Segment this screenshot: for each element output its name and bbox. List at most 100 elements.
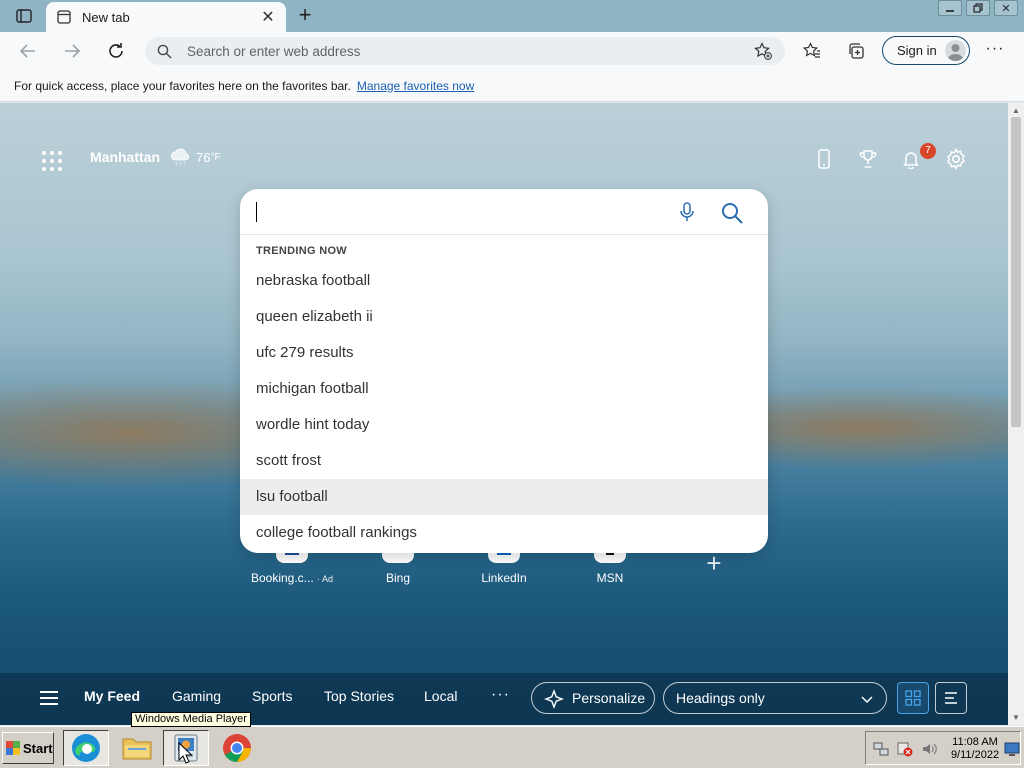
address-bar[interactable]: Search or enter web address	[145, 37, 785, 65]
restore-button[interactable]	[966, 0, 990, 16]
start-label: Start	[23, 740, 53, 756]
edge-icon	[72, 734, 100, 762]
add-favorite-star-icon[interactable]	[753, 41, 773, 61]
trending-suggestion[interactable]: college football rankings	[240, 515, 768, 551]
phone-icon[interactable]	[812, 147, 836, 171]
tab-new-tab[interactable]: New tab ✕	[46, 2, 286, 32]
list-layout-button[interactable]	[935, 682, 967, 714]
trending-suggestion[interactable]: ufc 279 results	[240, 335, 768, 371]
minimize-button[interactable]	[938, 0, 962, 16]
web-search-box: TRENDING NOW nebraska football queen eliz…	[240, 189, 768, 553]
trending-suggestion[interactable]: scott frost	[240, 443, 768, 479]
cloud-rain-icon	[170, 148, 192, 166]
weather-widget[interactable]: Manhattan 76 °F	[90, 148, 221, 166]
favorites-bar: For quick access, place your favorites h…	[0, 70, 1024, 102]
mouse-pointer-icon	[178, 742, 192, 764]
more-dots-icon[interactable]: ···	[983, 40, 1007, 62]
hamburger-icon[interactable]	[40, 691, 58, 705]
search-submit-icon[interactable]	[720, 201, 744, 225]
microphone-icon[interactable]	[676, 201, 698, 223]
chevron-down-icon	[860, 692, 874, 706]
scroll-down-arrow-icon[interactable]: ▼	[1012, 713, 1020, 722]
trending-suggestions: nebraska football queen elizabeth ii ufc 2…	[240, 263, 768, 551]
favorites-bar-message: For quick access, place your favorites h…	[14, 78, 351, 93]
feed-tab-sports[interactable]: Sports	[252, 688, 292, 704]
trending-suggestion[interactable]: queen elizabeth ii	[240, 299, 768, 335]
notification-badge: 7	[920, 143, 936, 159]
search-input[interactable]	[240, 189, 768, 235]
back-button[interactable]	[14, 38, 42, 64]
sparkle-icon	[544, 689, 564, 709]
grid-layout-icon	[905, 690, 921, 706]
text-cursor	[256, 202, 257, 222]
taskbar: Start 11:08 AM 9/11/2022	[0, 726, 1024, 768]
feed-tab-my-feed[interactable]: My Feed	[84, 688, 140, 704]
network-icon[interactable]	[873, 741, 889, 757]
chrome-icon	[223, 734, 251, 762]
new-tab-button[interactable]: +	[292, 4, 318, 27]
weather-unit: °F	[210, 151, 221, 163]
rewards-trophy-icon[interactable]	[856, 147, 880, 171]
add-quick-link-button[interactable]: +	[702, 550, 726, 576]
ad-label: · Ad	[317, 574, 334, 584]
quick-link-label: Booking.c...	[250, 571, 314, 585]
favorites-icon[interactable]	[801, 40, 823, 62]
browser-toolbar: Search or enter web address Sign in ···	[0, 32, 1024, 70]
weather-location: Manhattan	[90, 149, 160, 165]
sign-in-button[interactable]: Sign in	[882, 36, 970, 65]
gear-icon[interactable]	[944, 147, 968, 171]
apps-grid-icon[interactable]	[42, 151, 62, 171]
personalize-label: Personalize	[572, 690, 646, 706]
search-icon	[157, 43, 173, 59]
start-button[interactable]: Start	[2, 732, 54, 764]
quick-link-label: Bing	[385, 571, 411, 585]
feed-tab-gaming[interactable]: Gaming	[172, 688, 221, 704]
taskbar-app-explorer[interactable]	[114, 730, 160, 766]
feed-tab-top-stories[interactable]: Top Stories	[324, 688, 394, 704]
taskbar-clock[interactable]: 11:08 AM 9/11/2022	[946, 736, 1004, 762]
new-tab-page: Manhattan 76 °F 7 Booking.c... · Ad Bing …	[0, 103, 1008, 725]
windows-logo-icon	[6, 741, 20, 755]
refresh-button[interactable]	[102, 38, 130, 64]
content-layout-value: Headings only	[676, 690, 765, 706]
clock-date: 9/11/2022	[950, 749, 1000, 761]
show-desktop-icon[interactable]	[1004, 741, 1020, 757]
list-layout-icon	[945, 692, 957, 704]
trending-suggestion[interactable]: michigan football	[240, 371, 768, 407]
clock-time: 11:08 AM	[952, 736, 998, 748]
close-window-button[interactable]: ✕	[994, 0, 1018, 16]
scrollbar-thumb[interactable]	[1011, 117, 1021, 427]
security-alert-icon[interactable]	[897, 741, 913, 757]
forward-button[interactable]	[58, 38, 86, 64]
scroll-up-arrow-icon[interactable]: ▲	[1012, 106, 1020, 115]
content-layout-select[interactable]: Headings only	[663, 682, 887, 714]
feed-more-button[interactable]: ···	[491, 686, 510, 704]
quick-link-label: MSN	[596, 571, 624, 585]
trending-suggestion[interactable]: nebraska football	[240, 263, 768, 299]
avatar-icon	[945, 40, 966, 61]
browser-title-bar: New tab ✕ + ✕	[0, 0, 1024, 32]
taskbar-app-edge[interactable]	[63, 730, 109, 766]
feed-tab-local[interactable]: Local	[424, 688, 457, 704]
tab-title: New tab	[82, 9, 130, 25]
weather-temperature: 76	[196, 149, 211, 165]
taskbar-tooltip: Windows Media Player	[131, 712, 251, 727]
address-bar-placeholder: Search or enter web address	[187, 43, 361, 59]
window-controls: ✕	[938, 0, 1018, 16]
personalize-button[interactable]: Personalize	[531, 682, 655, 714]
tab-actions-icon[interactable]	[12, 6, 36, 26]
volume-icon[interactable]	[921, 741, 937, 757]
taskbar-app-chrome[interactable]	[214, 730, 260, 766]
collections-icon[interactable]	[845, 40, 867, 62]
trending-suggestion[interactable]: lsu football	[240, 479, 768, 515]
grid-layout-button[interactable]	[897, 682, 929, 714]
trending-suggestion[interactable]: wordle hint today	[240, 407, 768, 443]
new-tab-page-icon	[56, 9, 72, 25]
trending-heading: TRENDING NOW	[256, 245, 347, 257]
sign-in-label: Sign in	[897, 43, 937, 58]
page-scrollbar[interactable]: ▲ ▼	[1008, 103, 1024, 725]
close-tab-icon[interactable]: ✕	[260, 9, 276, 26]
manage-favorites-link[interactable]: Manage favorites now	[357, 79, 474, 93]
quick-link-label: LinkedIn	[481, 571, 527, 585]
system-tray: 11:08 AM 9/11/2022	[865, 731, 1021, 765]
